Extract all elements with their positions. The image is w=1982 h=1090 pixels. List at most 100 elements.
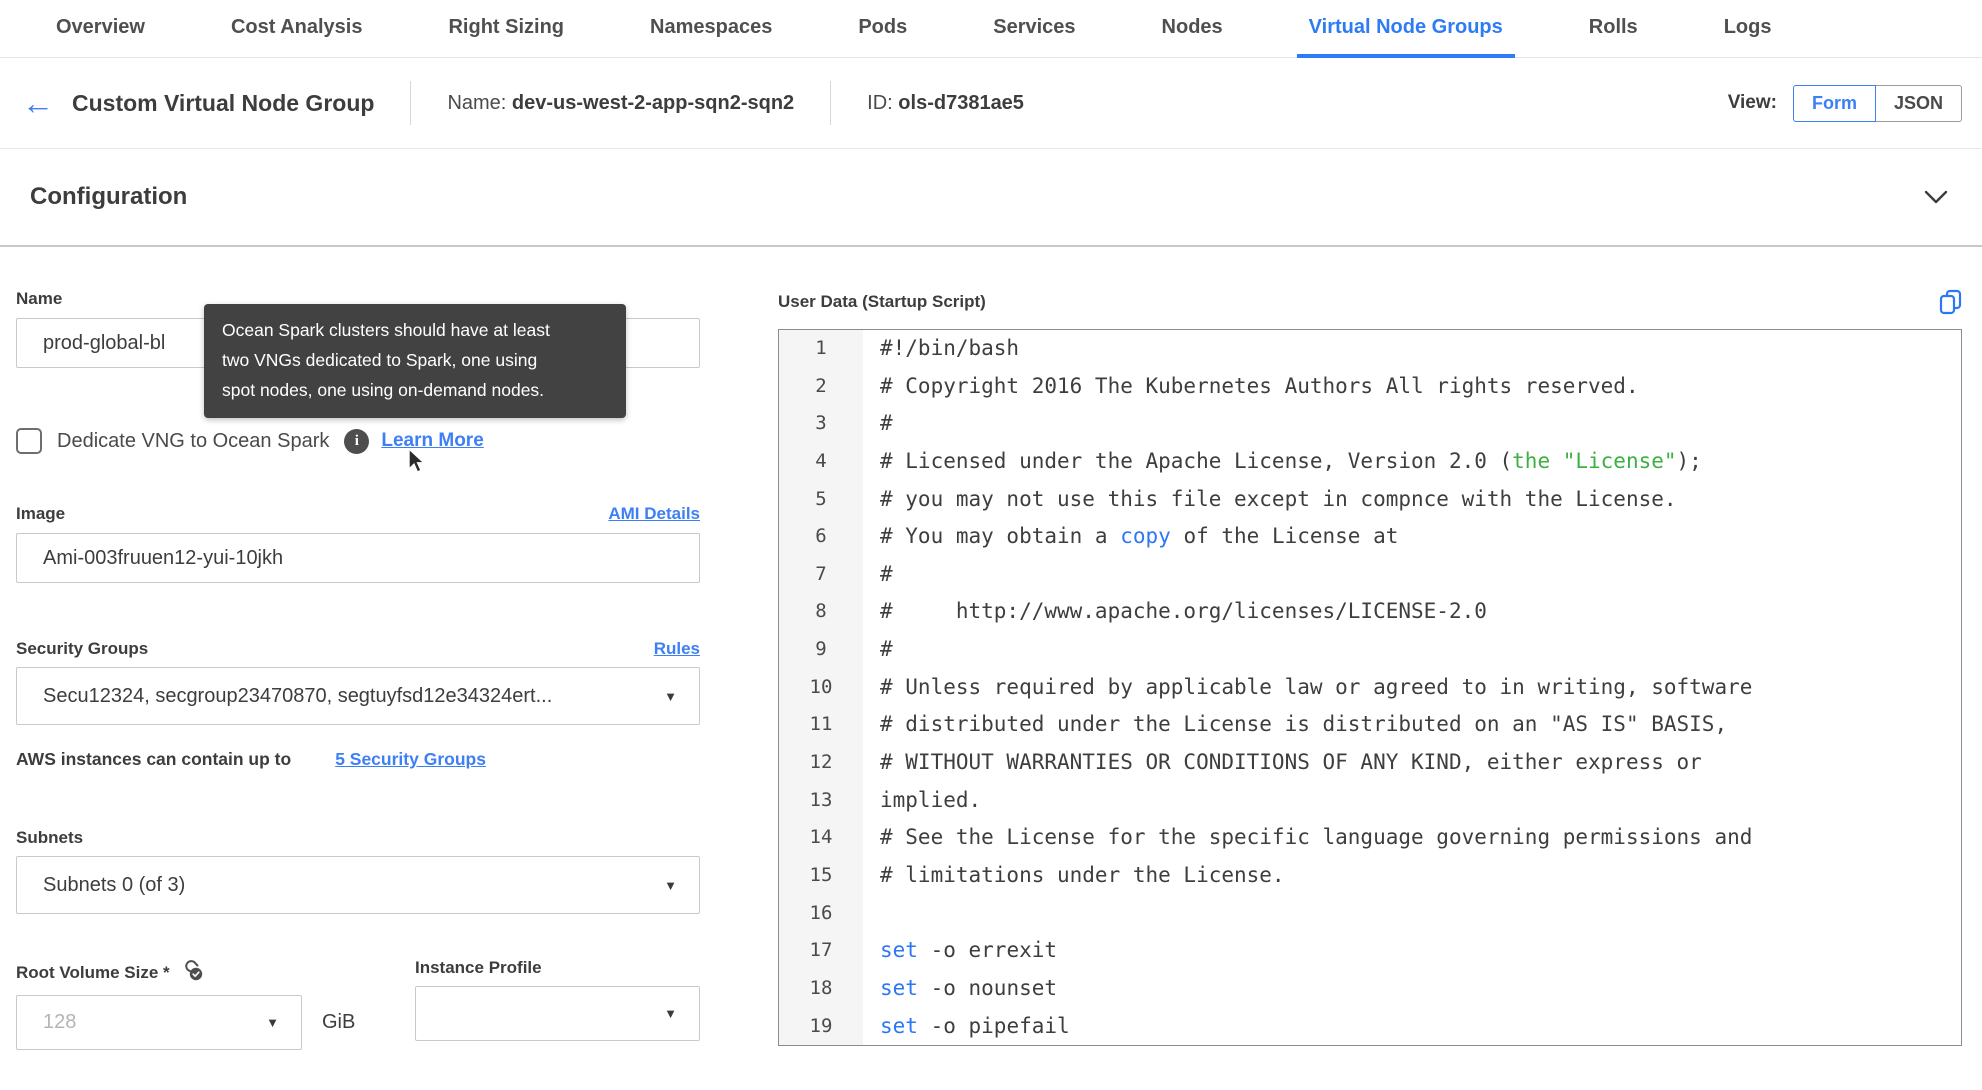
line-number: 8 [779, 593, 863, 632]
code-text: set -o pipefail [880, 1013, 1070, 1038]
security-groups-value: Secu12324, secgroup23470870, segtuyfsd12… [43, 684, 553, 707]
line-number: 11 [779, 706, 863, 745]
code-line: 7 # [779, 555, 1961, 594]
tab-namespaces[interactable]: Namespaces [638, 0, 784, 58]
line-number: 18 [779, 969, 863, 1008]
code-text: # limitations under the License. [880, 862, 1285, 887]
caret-down-icon: ▼ [664, 1006, 677, 1021]
code-line: 16 [779, 894, 1961, 933]
code-line: 5 # you may not use this file except in c… [779, 480, 1961, 519]
code-text: # [880, 411, 893, 436]
link-check-icon [180, 958, 204, 987]
code-line: 6 # You may obtain a copy of the License … [779, 518, 1961, 556]
code-line: 15 # limitations under the License. [779, 856, 1961, 895]
code-text: # You may obtain a copy of the License a… [880, 524, 1399, 549]
back-arrow-icon[interactable]: ← [22, 87, 54, 119]
copy-icon[interactable] [1939, 289, 1962, 315]
code-line: 11 # distributed under the License is dis… [779, 706, 1961, 745]
code-text: # Licensed under the Apache License, Ver… [880, 448, 1702, 473]
page-header: ← Custom Virtual Node Group Name: dev-us… [0, 58, 1982, 149]
code-text: # http://www.apache.org/licenses/LICENSE… [880, 599, 1487, 624]
line-number: 15 [779, 856, 863, 895]
tab-logs[interactable]: Logs [1712, 0, 1784, 58]
tab-bar: Overview Cost Analysis Right Sizing Namespa… [0, 0, 1982, 58]
subnets-field-group: Subnets Subnets 0 (of 3) ▼ [16, 828, 700, 914]
view-toggle: Form JSON [1792, 84, 1962, 122]
tab-pods[interactable]: Pods [846, 0, 919, 58]
rules-link[interactable]: Rules [654, 639, 700, 659]
code-line: 2 # Copyright 2016 The Kubernetes Authors… [779, 367, 1961, 406]
subnets-value: Subnets 0 (of 3) [43, 873, 186, 896]
tab-overview[interactable]: Overview [44, 0, 157, 58]
security-groups-label: Security Groups [16, 639, 149, 658]
security-groups-select[interactable]: Secu12324, secgroup23470870, segtuyfsd12… [16, 667, 700, 725]
line-number: 7 [779, 555, 863, 594]
code-text: implied. [880, 787, 982, 812]
line-number: 13 [779, 781, 863, 820]
chevron-down-icon[interactable] [1924, 190, 1948, 205]
line-number: 6 [779, 518, 863, 556]
ami-details-link[interactable]: AMI Details [608, 504, 700, 524]
line-number: 19 [779, 1007, 863, 1046]
tab-cost-analysis[interactable]: Cost Analysis [219, 0, 375, 58]
ocean-spark-tooltip: Ocean Spark clusters should have at leas… [204, 304, 626, 418]
instance-profile-select[interactable]: ▼ [415, 986, 700, 1041]
line-number: 3 [779, 405, 863, 443]
code-line: 12 # WITHOUT WARRANTIES OR CONDITIONS OF … [779, 744, 1961, 782]
code-line: 8 # http://www.apache.org/licenses/LICENS… [779, 593, 1961, 632]
learn-more-link[interactable]: Learn More [381, 430, 483, 452]
view-json-button[interactable]: JSON [1875, 84, 1962, 122]
code-line: 19 set -o pipefail [779, 1007, 1961, 1046]
vng-name: Name: dev-us-west-2-app-sqn2-sqn2 [447, 92, 794, 115]
root-volume-select[interactable]: 128 ▼ [16, 995, 302, 1050]
gib-unit-label: GiB [322, 1011, 356, 1033]
vng-name-label: Name: [447, 91, 507, 114]
code-text: set -o nounset [880, 975, 1058, 1000]
tab-virtual-node-groups[interactable]: Virtual Node Groups [1296, 0, 1515, 58]
tooltip-line: two VNGs dedicated to Spark, one using [222, 350, 538, 370]
code-line: 17 set -o errexit [779, 932, 1961, 970]
line-number: 14 [779, 819, 863, 857]
tab-services[interactable]: Services [981, 0, 1087, 58]
code-text: # [880, 561, 893, 586]
view-form-button[interactable]: Form [1792, 84, 1876, 122]
line-number: 16 [779, 894, 863, 933]
security-groups-hint-text: AWS instances can contain up to [16, 749, 292, 769]
root-volume-placeholder: 128 [43, 1011, 77, 1033]
configuration-section-header[interactable]: Configuration [0, 149, 1982, 247]
tab-right-sizing[interactable]: Right Sizing [436, 0, 576, 58]
code-line: 10 # Unless required by applicable law or… [779, 668, 1961, 707]
security-groups-hint: AWS instances can contain up to 5 Securi… [16, 749, 700, 770]
code-line: 3 # [779, 405, 1961, 443]
line-number: 4 [779, 442, 863, 481]
root-volume-label: Root Volume Size * [16, 962, 170, 982]
subnets-select[interactable]: Subnets 0 (of 3) ▼ [16, 856, 700, 914]
header-divider [830, 81, 832, 125]
vng-id: ID: ols-d7381ae5 [867, 92, 1024, 115]
tab-rolls[interactable]: Rolls [1577, 0, 1650, 58]
header-divider [410, 81, 412, 125]
instance-profile-field-group: Instance Profile ▼ [415, 958, 700, 1050]
image-input[interactable] [16, 533, 700, 583]
code-editor[interactable]: 1 #!/bin/bash 2 # Copyright 2016 The Kubern… [778, 329, 1962, 1047]
user-data-title: User Data (Startup Script) [778, 292, 986, 311]
code-text: set -o errexit [880, 938, 1058, 963]
content: Name Ocean Spark clusters should have at… [0, 247, 1982, 1050]
line-number: 10 [779, 668, 863, 707]
instance-profile-label: Instance Profile [415, 958, 542, 977]
tooltip-line: Ocean Spark clusters should have at leas… [222, 320, 550, 340]
dedicate-vng-label: Dedicate VNG to Ocean Spark [57, 429, 330, 452]
line-number: 5 [779, 480, 863, 519]
dedicate-vng-checkbox[interactable] [16, 428, 42, 454]
code-line: 4 # Licensed under the Apache License, Ve… [779, 442, 1961, 481]
info-icon[interactable]: i [344, 428, 370, 454]
code-text: # distributed under the License is distr… [880, 712, 1728, 737]
tab-nodes[interactable]: Nodes [1150, 0, 1235, 58]
five-security-groups-link[interactable]: 5 Security Groups [335, 749, 486, 770]
code-line: 9 # [779, 631, 1961, 669]
mouse-cursor-icon [406, 447, 428, 479]
code-text: # Copyright 2016 The Kubernetes Authors … [880, 373, 1639, 398]
subnets-label: Subnets [16, 828, 84, 847]
code-text: # you may not use this file except in co… [880, 486, 1677, 511]
